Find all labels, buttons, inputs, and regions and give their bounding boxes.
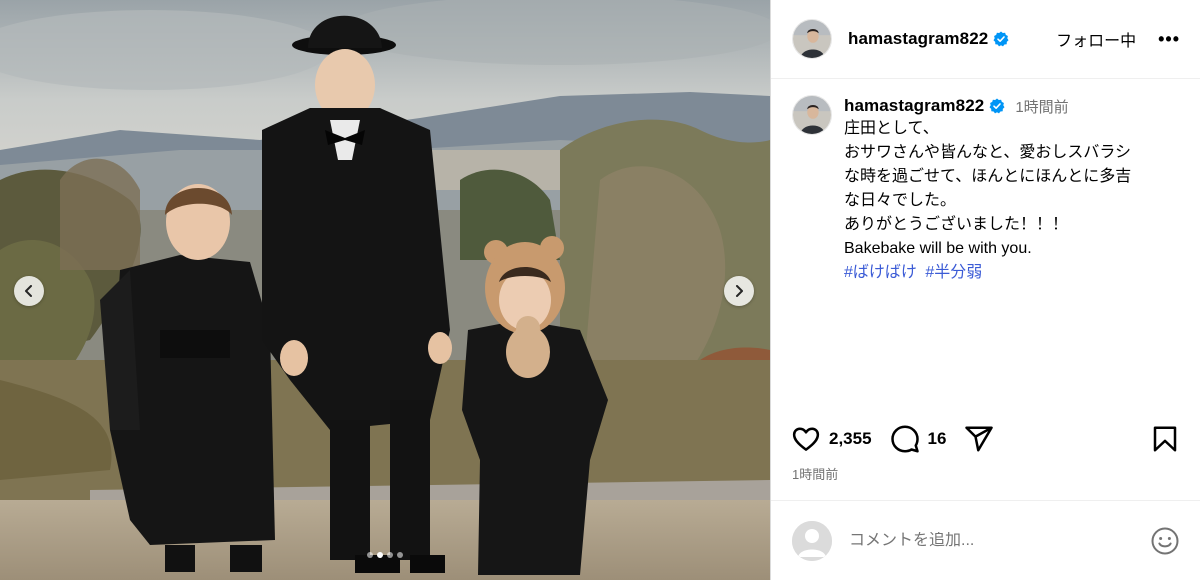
caption-line: Bakebake will be with you. xyxy=(844,240,1032,257)
share-icon xyxy=(965,426,994,452)
next-slide-button[interactable] xyxy=(724,276,754,306)
post-caption: hamastagram822 1時間前 庄田として、 おサワさんや皆んなと、愛お… xyxy=(771,79,1200,285)
photo-scene xyxy=(0,0,770,580)
post-details-panel: hamastagram822 フォロー中 ••• hamastagram822 xyxy=(770,0,1200,580)
post-photo xyxy=(0,0,770,580)
caption-line: な時を過ごせて、ほんとにほんとに多吉 xyxy=(844,168,1132,185)
caption-line: おサワさんや皆んなと、愛おしスバラシ xyxy=(844,144,1132,161)
comment-count[interactable]: 16 xyxy=(928,429,947,449)
caption-username[interactable]: hamastagram822 xyxy=(844,96,984,116)
chevron-right-icon xyxy=(736,285,743,297)
caption-header: hamastagram822 1時間前 xyxy=(844,95,1131,117)
caption-line: 庄田として、 xyxy=(844,120,939,137)
carousel-dot xyxy=(397,552,403,558)
comment-icon xyxy=(890,425,919,453)
hashtag-link[interactable]: #ばけばけ xyxy=(844,264,917,281)
comment-composer xyxy=(771,500,1200,580)
hashtag-link[interactable]: #半分弱 xyxy=(925,264,982,281)
emoji-icon[interactable] xyxy=(1150,526,1180,556)
verified-badge-icon xyxy=(989,98,1005,114)
default-avatar-icon xyxy=(792,520,832,561)
comment-button[interactable]: 16 xyxy=(890,424,947,454)
author-avatar[interactable] xyxy=(792,19,832,59)
post-timestamp[interactable]: 1時間前 xyxy=(792,464,838,483)
caption-line: ありがとうございました！！！ xyxy=(844,216,1069,233)
chevron-left-icon xyxy=(25,285,32,297)
like-count[interactable]: 2,355 xyxy=(829,429,872,449)
bookmark-icon xyxy=(1153,426,1177,452)
avatar-image xyxy=(793,20,831,58)
post-actions: 2,355 16 xyxy=(791,421,1180,457)
caption-body: hamastagram822 1時間前 庄田として、 おサワさんや皆んなと、愛お… xyxy=(844,95,1131,285)
save-button[interactable] xyxy=(1150,424,1180,454)
heart-icon xyxy=(792,427,820,451)
carousel-dot xyxy=(387,552,393,558)
caption-author-avatar[interactable] xyxy=(792,95,832,135)
post-header: hamastagram822 フォロー中 ••• xyxy=(771,0,1200,79)
hashtag-list: #ばけばけ #半分弱 xyxy=(844,261,1131,285)
following-button[interactable]: フォロー中 xyxy=(1056,27,1136,51)
carousel-indicator xyxy=(0,552,770,558)
comment-input[interactable] xyxy=(849,531,1150,550)
share-button[interactable] xyxy=(964,424,994,454)
author-username[interactable]: hamastagram822 xyxy=(848,29,988,49)
viewer-avatar xyxy=(792,520,832,561)
previous-slide-button[interactable] xyxy=(14,276,44,306)
like-button[interactable]: 2,355 xyxy=(791,424,872,454)
avatar-image xyxy=(793,96,831,134)
carousel-dot xyxy=(367,552,373,558)
more-options-button[interactable]: ••• xyxy=(1158,29,1180,50)
verified-badge-icon xyxy=(993,31,1009,47)
caption-timestamp[interactable]: 1時間前 xyxy=(1015,96,1068,117)
carousel-dot xyxy=(377,552,383,558)
caption-line: な日々でした。 xyxy=(844,192,957,209)
